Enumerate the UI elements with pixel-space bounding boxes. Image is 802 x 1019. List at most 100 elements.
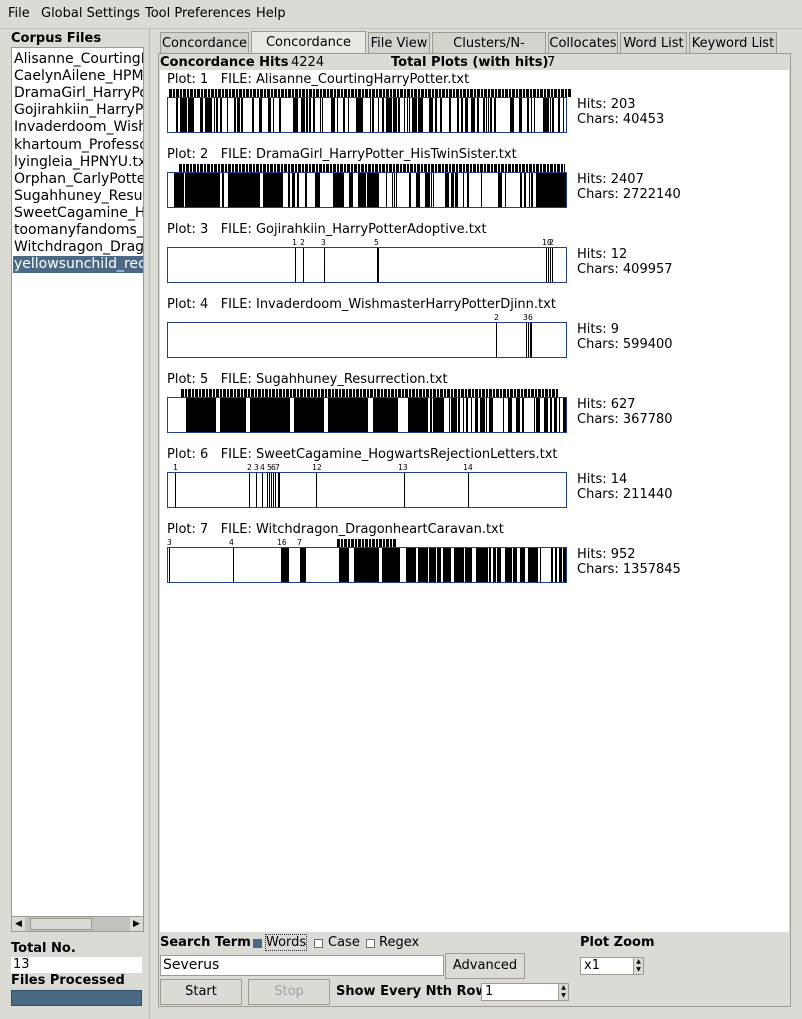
- corpus-file-item[interactable]: toomanyfandoms_H: [14, 222, 143, 239]
- hit-mark: [461, 98, 463, 132]
- corpus-file-item[interactable]: khartoum_Professo: [14, 137, 143, 154]
- hit-mark: [563, 398, 566, 432]
- hit-mark: [552, 548, 553, 582]
- hit-mark: [202, 98, 203, 132]
- hit-mark: [550, 248, 551, 282]
- hit-mark: [552, 248, 553, 282]
- tab-concordance-plot[interactable]: Concordance Plot: [251, 31, 366, 71]
- menu-help[interactable]: Help: [256, 6, 286, 21]
- hit-mark: [271, 473, 272, 507]
- search-input[interactable]: Severus: [160, 955, 444, 976]
- hit-mark: [522, 398, 523, 432]
- plot-file-label: FILE: Alisanne_CourtingHarryPotter.txt: [220, 72, 470, 87]
- corpus-file-item[interactable]: Alisanne_CourtingH: [14, 51, 143, 68]
- hit-mark: [280, 98, 281, 132]
- concordance-plot-bar[interactable]: [167, 247, 567, 283]
- tab-word-list[interactable]: Word List: [620, 32, 687, 53]
- hit-mark: [481, 173, 482, 207]
- case-checkbox[interactable]: [314, 939, 323, 948]
- advanced-button[interactable]: Advanced: [445, 953, 525, 979]
- corpus-file-item[interactable]: CaelynAilene_HPMe: [14, 68, 143, 85]
- hit-mark: [415, 548, 416, 582]
- hit-mark: [527, 98, 529, 132]
- files-processed-label: Files Processed: [11, 973, 125, 988]
- hit-mark: [348, 98, 349, 132]
- corpus-file-item[interactable]: lyingleia_HPNYU.tx: [14, 154, 143, 171]
- hit-mark: [337, 98, 338, 132]
- hit-cluster: [354, 548, 379, 582]
- menu-file[interactable]: File: [8, 6, 30, 21]
- menu-tool-preferences[interactable]: Tool Preferences: [145, 6, 251, 21]
- scroll-right-icon[interactable]: ▶: [130, 917, 143, 931]
- hit-mark: [477, 398, 478, 432]
- concordance-plot-canvas[interactable]: Plot: 1 FILE: Alisanne_CourtingHarryPott…: [160, 70, 789, 932]
- hit-number-strip: [181, 389, 559, 397]
- words-checkbox[interactable]: [253, 939, 262, 948]
- corpus-file-item[interactable]: SweetCagamine_Ho: [14, 205, 143, 222]
- hit-mark: [467, 98, 468, 132]
- corpus-file-item[interactable]: Witchdragon_Drago: [14, 239, 143, 256]
- plot-stats: Hits: 14 Chars: 211440: [577, 472, 673, 502]
- plot-file-label: FILE: Gojirahkiin_HarryPotterAdoptive.tx…: [220, 222, 487, 237]
- hit-mark: [538, 398, 540, 432]
- corpus-file-item[interactable]: DramaGirl_HarryPo: [14, 85, 143, 102]
- tab-concordance[interactable]: Concordance: [160, 32, 249, 53]
- hit-mark: [279, 173, 281, 207]
- concordance-plot-bar[interactable]: [167, 322, 567, 358]
- hit-mark: [470, 548, 472, 582]
- hit-mark: [474, 98, 475, 132]
- hit-mark: [396, 173, 397, 207]
- hit-mark: [480, 548, 481, 582]
- regex-checkbox-label[interactable]: Regex: [379, 935, 419, 950]
- tab-file-view[interactable]: File View: [368, 32, 430, 53]
- hit-mark: [442, 398, 443, 432]
- concordance-plot-bar[interactable]: [167, 472, 567, 508]
- corpus-file-item[interactable]: Gojirahkiin_HarryPo: [14, 102, 143, 119]
- concordance-plot-bar[interactable]: [167, 97, 567, 133]
- hit-mark: [389, 98, 392, 132]
- spin-arrows-icon[interactable]: ▲ ▼: [558, 984, 568, 1000]
- corpus-file-list[interactable]: Alisanne_CourtingH CaelynAilene_HPMe Drama…: [11, 47, 144, 918]
- hit-number-label: 2: [494, 313, 499, 322]
- corpus-list-hscrollbar[interactable]: ◀ ▶: [11, 916, 144, 932]
- plot-zoom-spinbox[interactable]: x1 ▲ ▼: [580, 957, 644, 975]
- concordance-plot-bar[interactable]: [167, 397, 567, 433]
- regex-checkbox[interactable]: [366, 939, 375, 948]
- hit-mark: [295, 248, 296, 282]
- concordance-plot-bar[interactable]: [167, 547, 567, 583]
- tab-clusters-n-grams[interactable]: Clusters/N-Grams: [432, 32, 546, 72]
- hit-cluster: [408, 398, 428, 432]
- hit-mark: [534, 398, 535, 432]
- corpus-file-item[interactable]: Invaderdoom_Wishi: [14, 119, 143, 136]
- start-button[interactable]: Start: [160, 979, 242, 1005]
- hit-mark: [560, 548, 561, 582]
- scroll-left-icon[interactable]: ◀: [12, 917, 25, 931]
- hit-mark: [449, 398, 450, 432]
- hit-mark: [324, 248, 325, 282]
- corpus-file-item[interactable]: Orphan_CarlyPotter: [14, 171, 143, 188]
- hit-mark: [435, 98, 437, 132]
- scroll-thumb[interactable]: [30, 918, 92, 930]
- hit-mark: [559, 98, 560, 132]
- hit-mark: [535, 548, 536, 582]
- hit-mark: [297, 98, 298, 132]
- hit-number-label: 14: [463, 463, 473, 472]
- hit-mark: [457, 98, 459, 132]
- zoom-arrows-icon[interactable]: ▲ ▼: [633, 958, 643, 974]
- stop-button[interactable]: Stop: [248, 979, 330, 1005]
- case-checkbox-label[interactable]: Case: [328, 935, 360, 950]
- hit-mark: [303, 248, 304, 282]
- plot-stats: Hits: 952 Chars: 1357845: [577, 547, 681, 577]
- concordance-plot-bar[interactable]: [167, 172, 567, 208]
- menu-global-settings[interactable]: Global Settings: [41, 6, 140, 21]
- hit-mark: [205, 98, 208, 132]
- nth-row-spinbox[interactable]: 1 ▲ ▼: [481, 983, 569, 1001]
- tab-collocates[interactable]: Collocates: [548, 32, 618, 53]
- corpus-file-item[interactable]: yellowsunchild_reco: [13, 256, 143, 274]
- plot-stats: Hits: 12 Chars: 409957: [577, 247, 673, 277]
- hit-cluster: [328, 398, 368, 432]
- corpus-file-item[interactable]: Sugahhuney_Resurr: [14, 188, 143, 205]
- words-checkbox-label[interactable]: Words: [264, 934, 308, 951]
- panel-divider[interactable]: [149, 28, 150, 1019]
- tab-keyword-list[interactable]: Keyword List: [689, 32, 777, 53]
